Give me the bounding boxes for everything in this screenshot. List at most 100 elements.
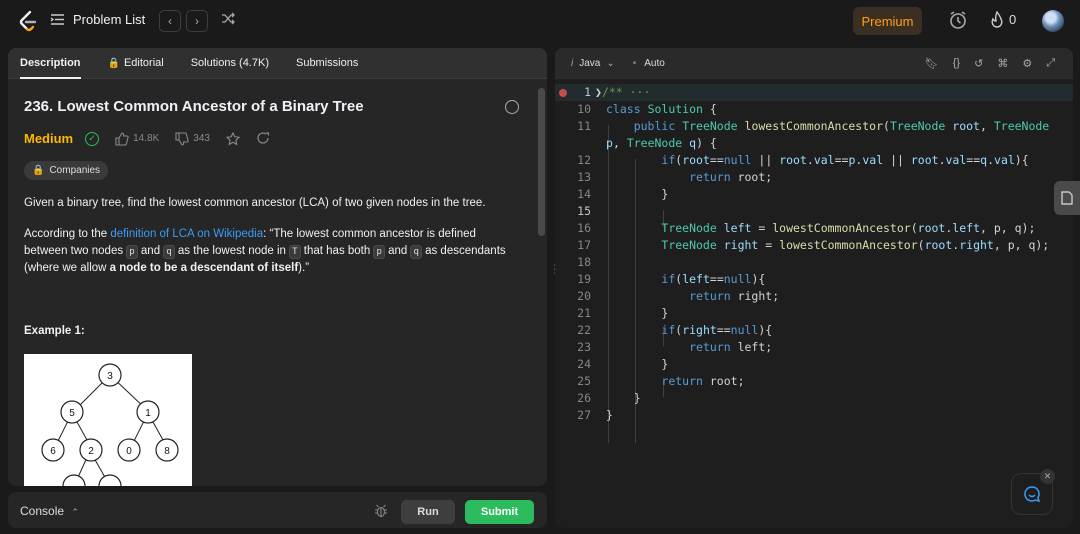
line-number: 16 (577, 221, 591, 235)
tree-node-label: 2 (88, 446, 94, 457)
tree-node-label: 5 (69, 408, 75, 419)
console-label: Console (20, 504, 65, 518)
language-select[interactable]: Java (579, 58, 600, 69)
line-number: 12 (577, 153, 591, 167)
likes-count: 14.8K (133, 133, 160, 144)
text: that has both (300, 245, 374, 257)
like-button[interactable]: 14.8K (115, 131, 160, 146)
example-tree-image: 3 5 1 6 2 0 8 (24, 354, 192, 486)
inline-code: p (373, 245, 385, 259)
text: and (137, 245, 164, 257)
text: ).” (298, 262, 310, 274)
code-line: 1 ❯/** ··· (555, 84, 1073, 101)
star-icon (225, 131, 240, 145)
shuffle-icon[interactable] (221, 12, 236, 28)
streak-counter[interactable]: 0 (990, 11, 1016, 28)
prev-problem-button[interactable]: ‹ (159, 10, 181, 32)
tree-node-label: 1 (145, 408, 151, 419)
chevron-right-icon: › (195, 14, 199, 28)
problem-title: 236. Lowest Common Ancestor of a Binary … (24, 98, 524, 116)
line-number: 27 (577, 408, 591, 422)
line-number: 20 (577, 289, 591, 303)
tab-editorial[interactable]: 🔒 Editorial (108, 48, 164, 79)
text: as the lowest node in (174, 245, 290, 257)
thumbs-up-icon (115, 131, 129, 146)
text: and (384, 245, 411, 257)
chevron-up-icon: ⌃ (71, 507, 79, 517)
tab-description[interactable]: Description (20, 48, 81, 79)
code-icon: i (571, 58, 574, 69)
bookmark-icon[interactable]: 🔖︎ (925, 57, 939, 70)
share-icon (257, 131, 270, 144)
inline-code: T (289, 245, 301, 259)
lock-icon: 🔒 (107, 57, 120, 69)
line-number: 25 (577, 374, 591, 388)
submit-button[interactable]: Submit (465, 500, 534, 524)
favorite-button[interactable] (225, 131, 240, 146)
tab-submissions[interactable]: Submissions (296, 48, 358, 79)
console-toggle[interactable]: Console ⌃ (20, 504, 79, 518)
problem-list-label: Problem List (73, 12, 146, 27)
more-options-icon[interactable] (505, 100, 519, 114)
line-number: 22 (577, 323, 591, 337)
problem-definition: According to the definition of LCA on Wi… (24, 226, 514, 277)
leetcode-logo-icon[interactable] (16, 9, 40, 33)
tab-label: Solutions (4.7K) (190, 57, 269, 69)
code-editor-panel: i Java ⌄ • Auto 🔖︎ {} ↺ ⌘ ⚙ ⤢ 1 ❯/** ··· … (555, 48, 1073, 528)
inline-code: q (163, 245, 175, 259)
premium-button[interactable]: Premium (853, 7, 922, 35)
line-number: 17 (577, 238, 591, 252)
reset-icon[interactable]: ↺ (974, 57, 983, 70)
run-button[interactable]: Run (401, 500, 455, 524)
dislike-button[interactable]: 343 (175, 131, 210, 146)
description-tabs: Description 🔒 Editorial Solutions (4.7K) … (8, 48, 547, 79)
tab-label: Submissions (295, 57, 359, 69)
tab-label: Editorial (123, 57, 164, 69)
line-number: 1 (584, 85, 591, 99)
line-number: 23 (577, 340, 591, 354)
problem-meta: Medium ✓ 14.8K 343 (24, 131, 286, 146)
settings-gear-icon[interactable]: ⚙ (1022, 57, 1032, 70)
divider: • (632, 58, 637, 69)
tab-solutions[interactable]: Solutions (4.7K) (191, 48, 269, 79)
dislikes-count: 343 (193, 133, 210, 144)
editor-actions: 🔖︎ {} ↺ ⌘ ⚙ ⤢ (925, 57, 1055, 70)
line-number: 10 (577, 102, 591, 116)
share-button[interactable] (256, 131, 270, 146)
description-panel: Description 🔒 Editorial Solutions (4.7K) … (8, 48, 547, 486)
debug-icon[interactable] (374, 504, 388, 518)
note-icon (1061, 191, 1073, 205)
line-number: 19 (577, 272, 591, 286)
wikipedia-link[interactable]: definition of LCA on Wikipedia (110, 228, 263, 240)
close-icon[interactable]: ✕ (1040, 469, 1055, 484)
list-icon (50, 14, 64, 25)
panel-resize-handle[interactable]: ⋮ (549, 262, 561, 276)
console-bar: Console ⌃ Run Submit (8, 492, 547, 528)
expand-icon[interactable]: ⤢ (1046, 57, 1055, 70)
alarm-clock-icon[interactable] (948, 10, 968, 30)
editor-toolbar: i Java ⌄ • Auto 🔖︎ {} ↺ ⌘ ⚙ ⤢ (555, 48, 1073, 79)
tree-node-label: 8 (164, 446, 170, 457)
tab-label: Description (20, 57, 81, 69)
fire-icon (991, 11, 1003, 28)
auto-mode-toggle[interactable]: Auto (644, 58, 665, 69)
lock-icon: 🔒 (32, 165, 45, 176)
line-number: 15 (577, 204, 591, 218)
next-problem-button[interactable]: › (186, 10, 208, 32)
command-icon[interactable]: ⌘ (997, 57, 1008, 70)
code-editor[interactable]: 1 ❯/** ··· 10 class Solution { 11 public T… (555, 84, 1073, 524)
problem-list-button[interactable]: Problem List (50, 12, 145, 27)
braces-icon[interactable]: {} (953, 57, 960, 70)
companies-tag[interactable]: 🔒 Companies (24, 161, 109, 180)
line-number: 14 (577, 187, 591, 201)
description-scrollbar[interactable] (538, 88, 545, 236)
line-number: 18 (577, 255, 591, 269)
notes-tab[interactable] (1054, 181, 1080, 215)
chevron-left-icon: ‹ (168, 14, 172, 28)
solved-check-icon: ✓ (85, 131, 100, 146)
difficulty-badge: Medium (24, 131, 74, 146)
thumbs-down-icon (175, 131, 189, 146)
avatar[interactable] (1042, 10, 1064, 32)
chevron-down-icon: ⌄ (606, 58, 615, 69)
text: According to the (24, 228, 111, 240)
